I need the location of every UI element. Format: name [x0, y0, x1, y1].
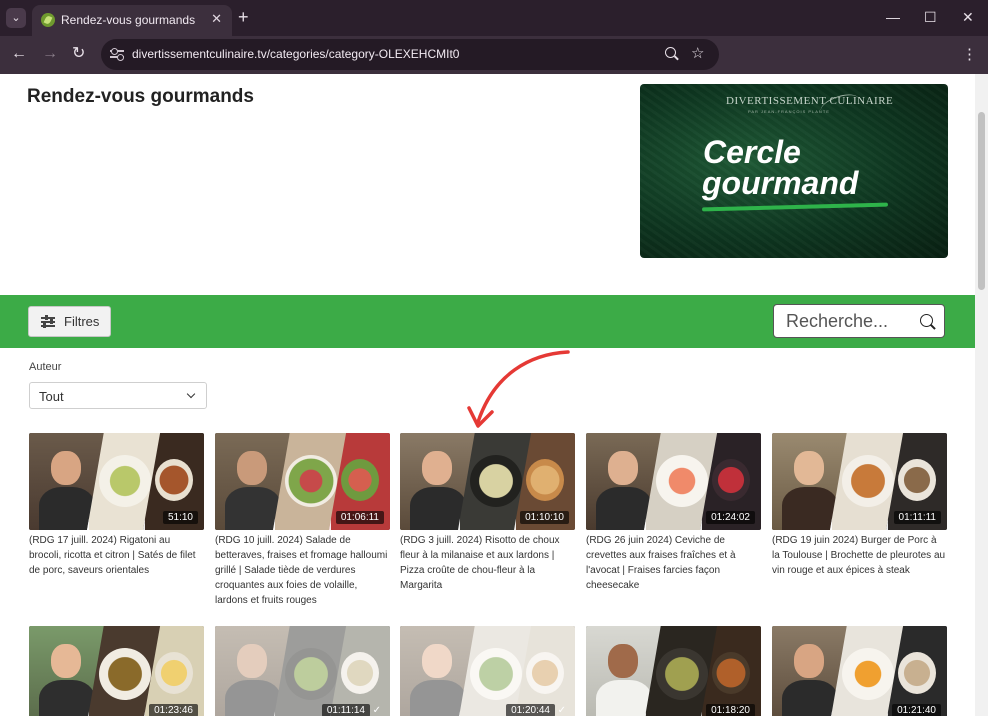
video-duration: 01:18:20 — [706, 704, 755, 716]
video-duration: 01:10:10 — [520, 511, 569, 524]
banner-brand: DIVERTISSEMENT CULINAIRE — [726, 95, 894, 107]
browser-tab[interactable]: Rendez-vous gourmands ✕ — [32, 5, 232, 36]
video-thumbnail[interactable]: 01:23:46 — [29, 626, 204, 716]
check-icon: ✓ — [372, 705, 381, 716]
favicon-icon — [41, 13, 55, 27]
video-duration: 01:20:44 — [506, 704, 555, 716]
menu-icon[interactable]: ⋮ — [962, 45, 977, 63]
tab-title: Rendez-vous gourmands — [61, 13, 196, 27]
page-title: Rendez-vous gourmands — [27, 86, 254, 107]
chevron-down-icon — [186, 389, 196, 399]
banner-underline — [701, 202, 889, 212]
banner-brand-sub: PAR JEAN-FRANÇOIS PLANTE — [748, 109, 830, 114]
category-banner: DIVERTISSEMENT CULINAIRE PAR JEAN-FRANÇO… — [640, 84, 948, 258]
video-duration: 01:11:11 — [893, 511, 941, 524]
video-thumbnail[interactable]: 51:10 — [29, 433, 204, 530]
address-bar[interactable]: divertissementculinaire.tv/categories/ca… — [101, 39, 719, 70]
site-settings-icon[interactable] — [110, 47, 124, 61]
author-select-value: Tout — [39, 389, 64, 404]
back-icon[interactable]: ← — [11, 45, 27, 63]
video-title[interactable]: (RDG 10 juill. 2024) Salade de betterave… — [215, 533, 390, 608]
zoom-icon[interactable] — [665, 47, 681, 63]
video-thumbnail[interactable]: 01:11:11 — [772, 433, 947, 530]
filters-label: Filtres — [64, 314, 100, 329]
video-duration: 01:21:40 — [892, 704, 941, 716]
video-title[interactable]: (RDG 3 juill. 2024) Risotto de choux fle… — [400, 533, 575, 593]
author-select[interactable]: Tout — [29, 382, 207, 409]
video-duration: 01:06:11 — [335, 511, 384, 524]
video-thumbnail[interactable]: 01:21:40 — [772, 626, 947, 716]
minimize-icon[interactable]: — — [886, 8, 900, 26]
browser-tab-strip: ⌄ Rendez-vous gourmands ✕ + — ☐ ✕ — [0, 0, 988, 36]
search-input[interactable] — [786, 309, 912, 333]
banner-title-line2: gourmand — [702, 165, 859, 201]
annotation-arrow — [467, 350, 570, 428]
sliders-icon — [41, 315, 55, 328]
reload-icon[interactable]: ↻ — [72, 45, 85, 63]
video-duration: 01:23:46 — [149, 704, 198, 716]
video-thumbnail[interactable]: 01:20:44 ✓ — [400, 626, 575, 716]
video-thumbnail[interactable]: 01:24:02 — [586, 433, 761, 530]
author-label: Auteur — [29, 361, 62, 373]
video-thumbnail[interactable]: 01:18:20 — [586, 626, 761, 716]
video-thumbnail[interactable]: 01:06:11 — [215, 433, 390, 530]
filter-bar: Filtres — [0, 295, 975, 348]
check-icon: ✓ — [557, 705, 566, 716]
video-thumbnail[interactable]: 01:11:14 ✓ — [215, 626, 390, 716]
search-icon[interactable] — [920, 314, 935, 329]
close-icon[interactable]: ✕ — [211, 11, 222, 27]
url-text[interactable]: divertissementculinaire.tv/categories/ca… — [132, 47, 459, 61]
video-title[interactable]: (RDG 19 juin 2024) Burger de Porc à la T… — [772, 533, 947, 578]
tab-search-icon[interactable]: ⌄ — [6, 8, 26, 28]
video-duration: 01:24:02 — [706, 511, 755, 524]
video-title[interactable]: (RDG 26 juin 2024) Ceviche de crevettes … — [586, 533, 761, 593]
video-duration: 01:11:14 — [321, 704, 370, 716]
plus-icon[interactable]: + — [238, 8, 249, 26]
video-duration: 51:10 — [162, 511, 198, 524]
video-title[interactable]: (RDG 17 juill. 2024) Rigatoni au brocoli… — [29, 533, 204, 578]
maximize-icon[interactable]: ☐ — [924, 8, 937, 26]
close-window-icon[interactable]: ✕ — [962, 8, 974, 26]
forward-icon[interactable]: → — [42, 45, 58, 63]
scrollbar[interactable] — [975, 74, 988, 716]
watched-overlay — [215, 626, 390, 716]
watched-overlay — [400, 626, 575, 716]
video-thumbnail[interactable]: 01:10:10 — [400, 433, 575, 530]
browser-toolbar: ← → ↻ divertissementculinaire.tv/categor… — [0, 36, 988, 74]
search-box[interactable] — [773, 304, 945, 338]
filters-button[interactable]: Filtres — [28, 306, 111, 337]
star-icon[interactable]: ☆ — [691, 45, 704, 63]
scrollbar-thumb[interactable] — [978, 112, 985, 290]
